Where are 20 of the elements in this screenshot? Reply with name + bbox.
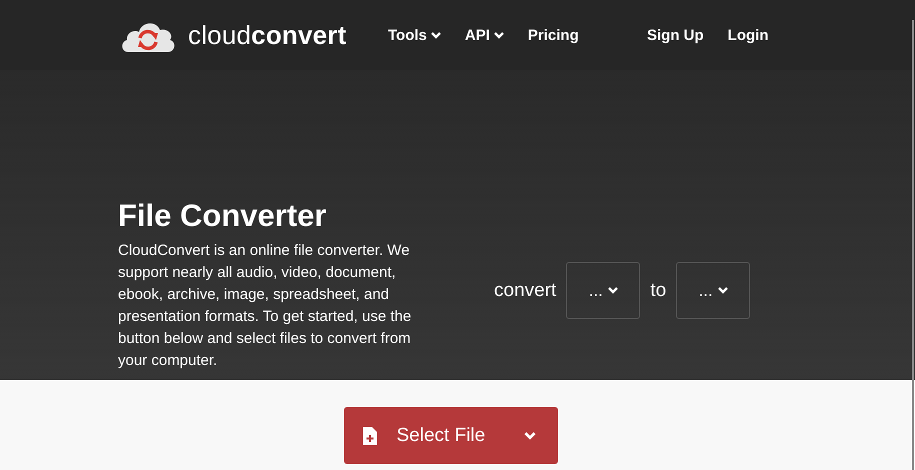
scrollbar[interactable] bbox=[912, 20, 914, 470]
account-link[interactable]: Sign Up bbox=[647, 26, 704, 44]
convert-label: convert bbox=[494, 280, 556, 302]
page-title: File Converter bbox=[118, 198, 328, 234]
file-add-icon bbox=[362, 426, 376, 444]
target-format-dropdown[interactable]: ... bbox=[676, 262, 750, 319]
description-text: CloudConvert is an online file converter. We support nearly all audio, video, document, ebook, archive, image, spreadsheet, and presentation formats. To get started, use the button below and select files to convert from your computer. bbox=[118, 241, 412, 371]
brand-name[interactable]: cloudconvert bbox=[188, 20, 346, 50]
select-file-button[interactable]: Select File bbox=[344, 407, 558, 464]
chevron-down-icon bbox=[608, 287, 618, 294]
chevron-down-icon bbox=[494, 32, 504, 38]
chevron-down-icon bbox=[524, 432, 536, 440]
nav-link[interactable]: API bbox=[464, 26, 504, 44]
to-label: to bbox=[650, 280, 666, 302]
nav-link[interactable]: Tools bbox=[388, 26, 441, 44]
account-link[interactable]: Login bbox=[728, 26, 768, 44]
source-format-dropdown[interactable]: ... bbox=[566, 262, 640, 319]
chevron-down-icon bbox=[718, 287, 728, 294]
chevron-down-icon bbox=[430, 32, 441, 38]
nav-link[interactable]: Pricing bbox=[528, 26, 579, 44]
